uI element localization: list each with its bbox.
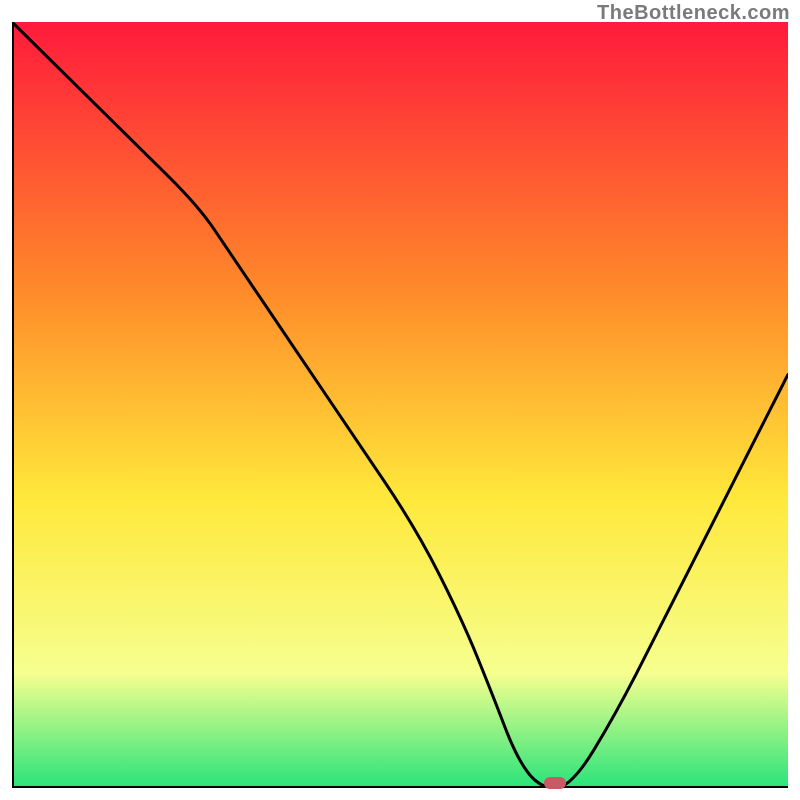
chart-root: TheBottleneck.com <box>0 0 800 800</box>
optimal-marker <box>544 777 566 789</box>
plot-svg <box>12 22 788 788</box>
bottleneck-curve <box>12 22 788 788</box>
plot-area <box>12 22 788 788</box>
